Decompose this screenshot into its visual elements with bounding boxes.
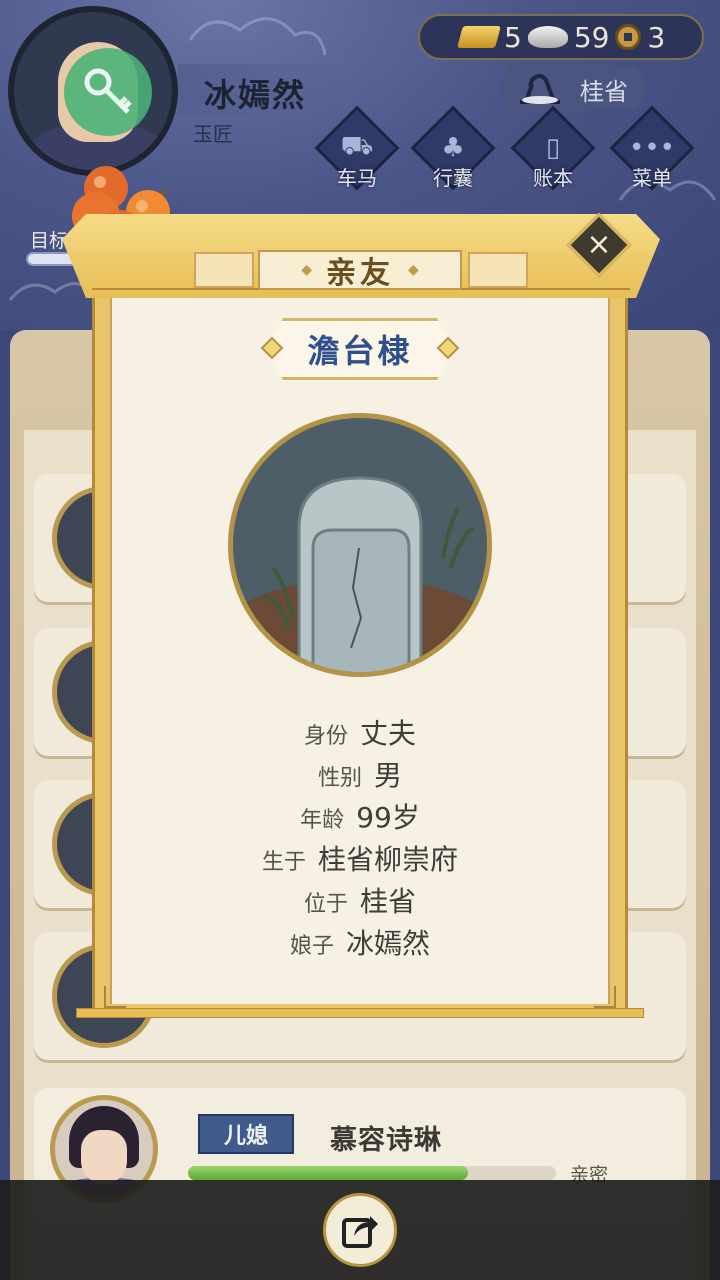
more-icon: ••• — [629, 133, 676, 163]
detail-key: 娘子 — [289, 934, 334, 959]
menu-label: 行囊 — [433, 166, 473, 190]
gold-bar-icon — [457, 26, 501, 48]
detail-value: 99岁 — [356, 801, 420, 834]
detail-key: 年龄 — [300, 808, 345, 833]
key-icon — [64, 48, 152, 136]
menu-label: 车马 — [337, 166, 377, 190]
relation-tag: 儿媳 — [198, 1114, 294, 1154]
detail-row-age: 年龄 99岁 — [110, 796, 610, 838]
modal-bottom-rail — [76, 1008, 644, 1018]
player-name: 冰嫣然 — [204, 76, 307, 114]
player-title: 玉匠 — [193, 122, 233, 146]
detail-row-gender: 性别 男 — [110, 754, 610, 796]
header-ornament-right — [468, 252, 528, 288]
detail-value: 男 — [374, 759, 403, 792]
corner-ornament — [594, 986, 616, 1008]
person-details: 身份 丈夫 性别 男 年龄 99岁 生于 桂省柳崇府 位于 桂省 娘子 冰嫣然 — [110, 712, 610, 964]
detail-row-location: 位于 桂省 — [110, 880, 610, 922]
gold-count: 5 — [504, 20, 522, 54]
copper-coin-icon — [615, 24, 642, 50]
detail-key: 身份 — [303, 724, 348, 749]
detail-key: 生于 — [261, 850, 306, 875]
detail-key: 位于 — [303, 892, 348, 917]
tombstone-portrait — [228, 413, 492, 677]
modal-title-plate: ◆ 亲友 ◆ — [258, 250, 462, 291]
detail-value: 桂省 — [360, 885, 417, 918]
corner-ornament — [104, 986, 126, 1008]
copper-count: 3 — [647, 20, 666, 54]
ledger-icon: ▯ — [545, 133, 561, 163]
share-button[interactable] — [323, 1193, 397, 1267]
player-avatar[interactable] — [8, 6, 178, 176]
ledger-button[interactable]: ▯ 账本 — [510, 105, 596, 196]
intimacy-bar — [188, 1166, 556, 1180]
carriage-button[interactable]: ⛟ 车马 — [314, 105, 400, 196]
header-ornament-left — [194, 252, 254, 288]
tombstone-icon — [233, 418, 487, 672]
menu-label: 账本 — [533, 166, 573, 190]
bag-button[interactable]: ♣ 行囊 — [410, 105, 496, 196]
detail-value: 丈夫 — [360, 717, 417, 750]
close-icon: × — [586, 227, 612, 262]
detail-key: 性别 — [317, 766, 362, 791]
lantern-stand-icon — [520, 74, 560, 104]
currency-bar[interactable]: 5 59 3 — [418, 14, 704, 60]
location-label: 桂省 — [580, 78, 628, 106]
carriage-icon: ⛟ — [340, 131, 374, 161]
bag-icon: ♣ — [441, 133, 465, 163]
more-menu-button[interactable]: ••• 菜单 — [609, 105, 695, 196]
modal-title: 亲友 — [326, 256, 394, 291]
detail-row-identity: 身份 丈夫 — [110, 712, 610, 754]
member-name: 慕容诗琳 — [330, 1125, 442, 1156]
detail-row-wife: 娘子 冰嫣然 — [110, 922, 610, 964]
silver-count: 59 — [573, 20, 610, 54]
detail-value: 冰嫣然 — [346, 927, 431, 960]
silver-ingot-icon — [527, 26, 568, 48]
share-icon — [342, 1216, 378, 1248]
menu-label: 菜单 — [632, 166, 672, 190]
intimacy-fill — [188, 1166, 468, 1180]
detail-row-birthplace: 生于 桂省柳崇府 — [110, 838, 610, 880]
detail-value: 桂省柳崇府 — [318, 843, 459, 876]
person-name: 澹台棣 — [307, 332, 413, 370]
